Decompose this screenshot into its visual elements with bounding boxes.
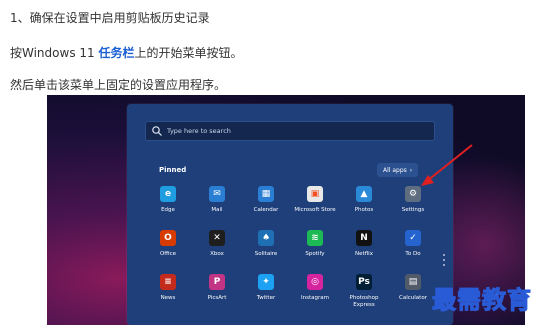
watermark-logo: 最需教育	[432, 285, 532, 315]
instruction-line-2: 然后单击该菜单上固定的设置应用程序。	[10, 78, 227, 92]
step-title: 1、确保在设置中启用剪贴板历史记录	[10, 11, 210, 25]
instruction-line-1: 按Windows 11 任务栏上的开始菜单按钮。	[10, 44, 243, 61]
instruction-text-post: 上的开始菜单按钮。	[134, 46, 243, 60]
taskbar-link[interactable]: 任务栏	[98, 46, 134, 60]
instruction-text-pre: 按Windows 11	[10, 46, 99, 60]
